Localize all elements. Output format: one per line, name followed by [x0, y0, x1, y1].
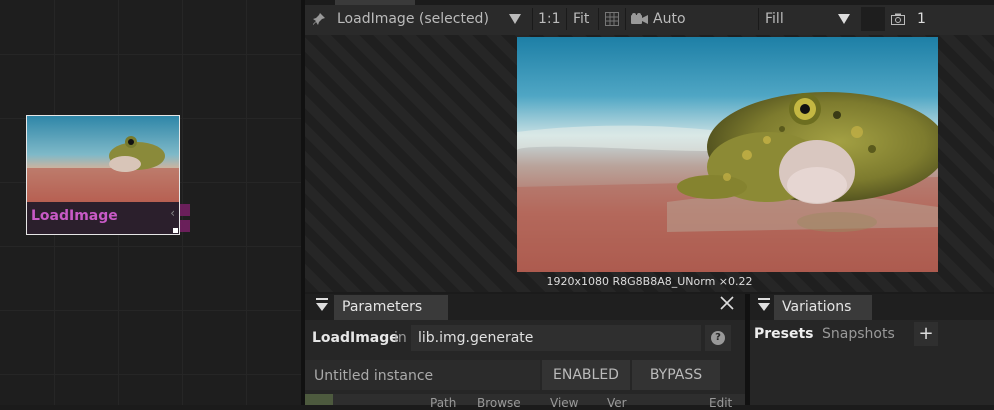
parameter-table-header: Path Browse View Ver Edit	[305, 394, 745, 410]
viewer-toolbar: LoadImage (selected) 1:1 Fit Auto Fill 1	[305, 5, 994, 35]
tab-presets[interactable]: Presets	[754, 326, 814, 342]
fit-button[interactable]: Fit	[573, 5, 589, 33]
instance-placeholder: Untitled instance	[314, 368, 434, 384]
column-header-edit[interactable]: Edit	[709, 396, 732, 410]
toolbar-divider	[598, 8, 599, 30]
node-title-bar[interactable]: LoadImage ‹	[27, 202, 179, 234]
camera-icon[interactable]	[631, 5, 649, 33]
parameters-panel: LoadImage in lib.img.generate ? Untitled…	[305, 320, 745, 410]
frame-number[interactable]: 1	[917, 5, 926, 33]
column-header-view[interactable]: View	[550, 396, 578, 410]
auto-selector[interactable]: Auto	[653, 5, 686, 33]
snapshot-icon[interactable]	[891, 5, 905, 33]
node-name: LoadImage	[312, 330, 399, 346]
chevron-down-icon[interactable]	[838, 5, 850, 33]
panel-menu-icon[interactable]	[316, 303, 328, 311]
toolbar-divider	[566, 8, 567, 30]
help-button[interactable]: ?	[705, 325, 731, 351]
tab-parameters[interactable]: Parameters	[334, 295, 448, 320]
column-header-path[interactable]: Path	[430, 396, 456, 410]
enabled-button[interactable]: ENABLED	[542, 360, 630, 390]
output-port-1[interactable]	[180, 204, 190, 216]
resize-handle[interactable]	[173, 228, 178, 233]
row-swatch	[305, 394, 333, 405]
add-preset-button[interactable]: +	[914, 322, 938, 346]
chevron-left-icon[interactable]: ‹	[170, 206, 175, 220]
node-thumbnail	[27, 116, 179, 202]
node-selector[interactable]: LoadImage (selected)	[337, 5, 489, 33]
column-header-ver[interactable]: Ver	[607, 396, 627, 410]
output-port-2[interactable]	[180, 220, 190, 232]
parameters-panel-header: Parameters	[305, 294, 745, 320]
tab-snapshots[interactable]: Snapshots	[822, 326, 895, 342]
grid-icon[interactable]	[605, 5, 619, 33]
toolbar-divider	[532, 8, 533, 30]
fill-selector[interactable]: Fill	[765, 5, 784, 33]
variations-panel: Presets Snapshots +	[750, 320, 994, 405]
library-field[interactable]: lib.img.generate	[411, 325, 701, 351]
menu-icon	[316, 298, 328, 300]
variations-panel-header: Variations	[750, 294, 994, 320]
loadimage-node[interactable]: LoadImage ‹	[26, 115, 180, 235]
menu-icon	[758, 298, 770, 300]
bypass-button[interactable]: BYPASS	[632, 360, 720, 390]
tab-variations[interactable]: Variations	[774, 295, 872, 320]
panel-menu-icon[interactable]	[758, 303, 770, 311]
instance-name-field[interactable]: Untitled instance	[305, 360, 540, 390]
chevron-down-icon[interactable]	[509, 5, 521, 33]
help-icon: ?	[711, 331, 725, 345]
pin-icon[interactable]	[309, 5, 329, 33]
library-value: lib.img.generate	[418, 330, 534, 346]
frog-image	[517, 37, 938, 272]
image-info: 1920x1080 R8G8B8A8_UNorm ×0.22	[546, 275, 753, 288]
toolbar-divider	[758, 8, 759, 30]
column-header-browse[interactable]: Browse	[477, 396, 521, 410]
color-swatch[interactable]	[861, 7, 885, 31]
zoom-1-1-button[interactable]: 1:1	[538, 5, 561, 33]
close-icon[interactable]	[720, 296, 734, 314]
in-label: in	[394, 330, 407, 346]
toolbar-divider	[625, 8, 626, 30]
node-title: LoadImage	[31, 208, 118, 224]
